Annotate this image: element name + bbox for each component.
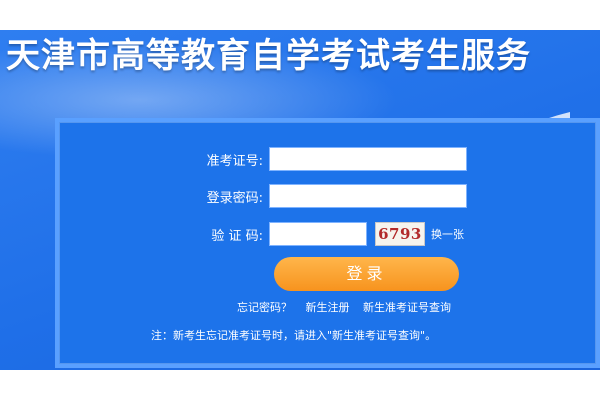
captcha-label: 验 证 码: — [211, 228, 263, 244]
exam-id-row: 准考证号: — [183, 147, 467, 171]
refresh-captcha-link[interactable]: 换一张 — [431, 226, 464, 242]
captcha-input[interactable] — [269, 222, 367, 246]
captcha-row: 验 证 码: 6793 换一张 — [183, 222, 464, 246]
forgot-password-link[interactable]: 忘记密码？ — [237, 301, 292, 314]
exam-id-input[interactable] — [269, 147, 467, 171]
login-button[interactable]: 登录 — [274, 257, 459, 291]
password-row: 登录密码: — [183, 184, 467, 208]
new-register-link[interactable]: 新生注册 — [306, 301, 350, 314]
exam-id-label: 准考证号: — [206, 153, 263, 169]
help-note: 注：新考生忘记准考证号时，请进入"新生准考证号查询"。 — [151, 329, 437, 342]
page-title: 天津市高等教育自学考试考生服务 — [6, 36, 531, 76]
new-id-query-link[interactable]: 新生准考证号查询 — [363, 301, 451, 314]
login-panel: 准考证号: 登录密码: 验 证 码: 6793 换一张 登录 忘记密码？ 新生注… — [55, 118, 600, 368]
password-label: 登录密码: — [206, 190, 263, 206]
footer-links: 忘记密码？ 新生注册 新生准考证号查询 — [179, 299, 509, 315]
password-input[interactable] — [269, 184, 467, 208]
captcha-image[interactable]: 6793 — [375, 222, 425, 246]
